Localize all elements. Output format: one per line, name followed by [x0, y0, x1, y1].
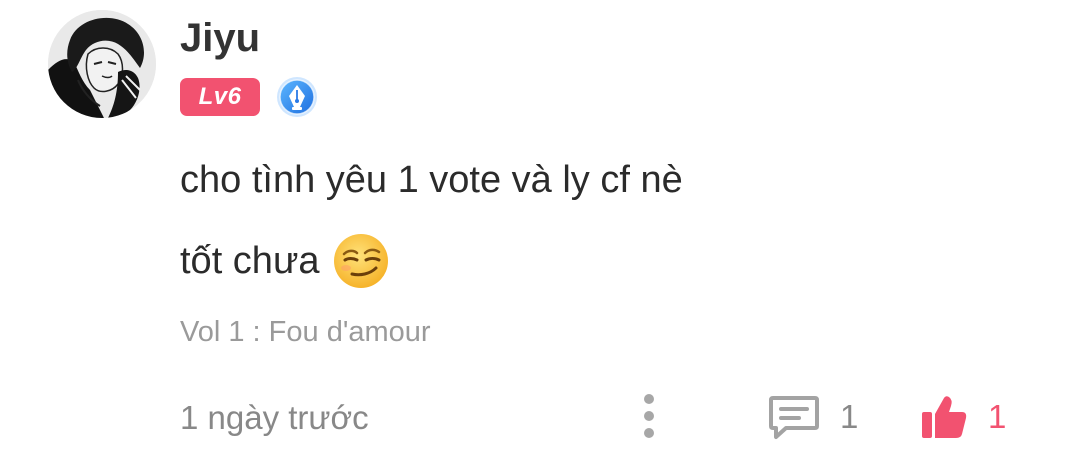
avatar-image — [48, 10, 156, 118]
avatar[interactable] — [48, 10, 156, 118]
comment-icon — [769, 396, 819, 439]
comment-footer: 1 ngày trước 1 1 — [180, 392, 1020, 442]
source-chapter[interactable]: Vol 1 : Fou d'amour — [180, 314, 431, 350]
timestamp: 1 ngày trước — [180, 399, 369, 436]
badge-row: Lv6 — [180, 76, 318, 118]
comment-text-line-2-label: tốt chưa — [180, 240, 320, 282]
like-count: 1 — [988, 398, 1007, 435]
reply-button[interactable]: 1 — [768, 392, 858, 442]
username[interactable]: Jiyu — [180, 14, 260, 62]
smirk-emoji-icon — [332, 232, 390, 290]
comment-text-line-1: cho tình yêu 1 vote và ly cf nè — [180, 159, 683, 201]
like-button[interactable]: 1 — [920, 392, 1006, 442]
reply-count: 1 — [840, 398, 859, 435]
more-vertical-icon[interactable] — [636, 394, 662, 438]
pen-nib-badge-icon — [276, 76, 318, 118]
thumbs-up-icon — [922, 396, 967, 438]
comment-text-line-2: tốt chưa — [180, 232, 390, 290]
level-badge: Lv6 — [180, 78, 260, 116]
